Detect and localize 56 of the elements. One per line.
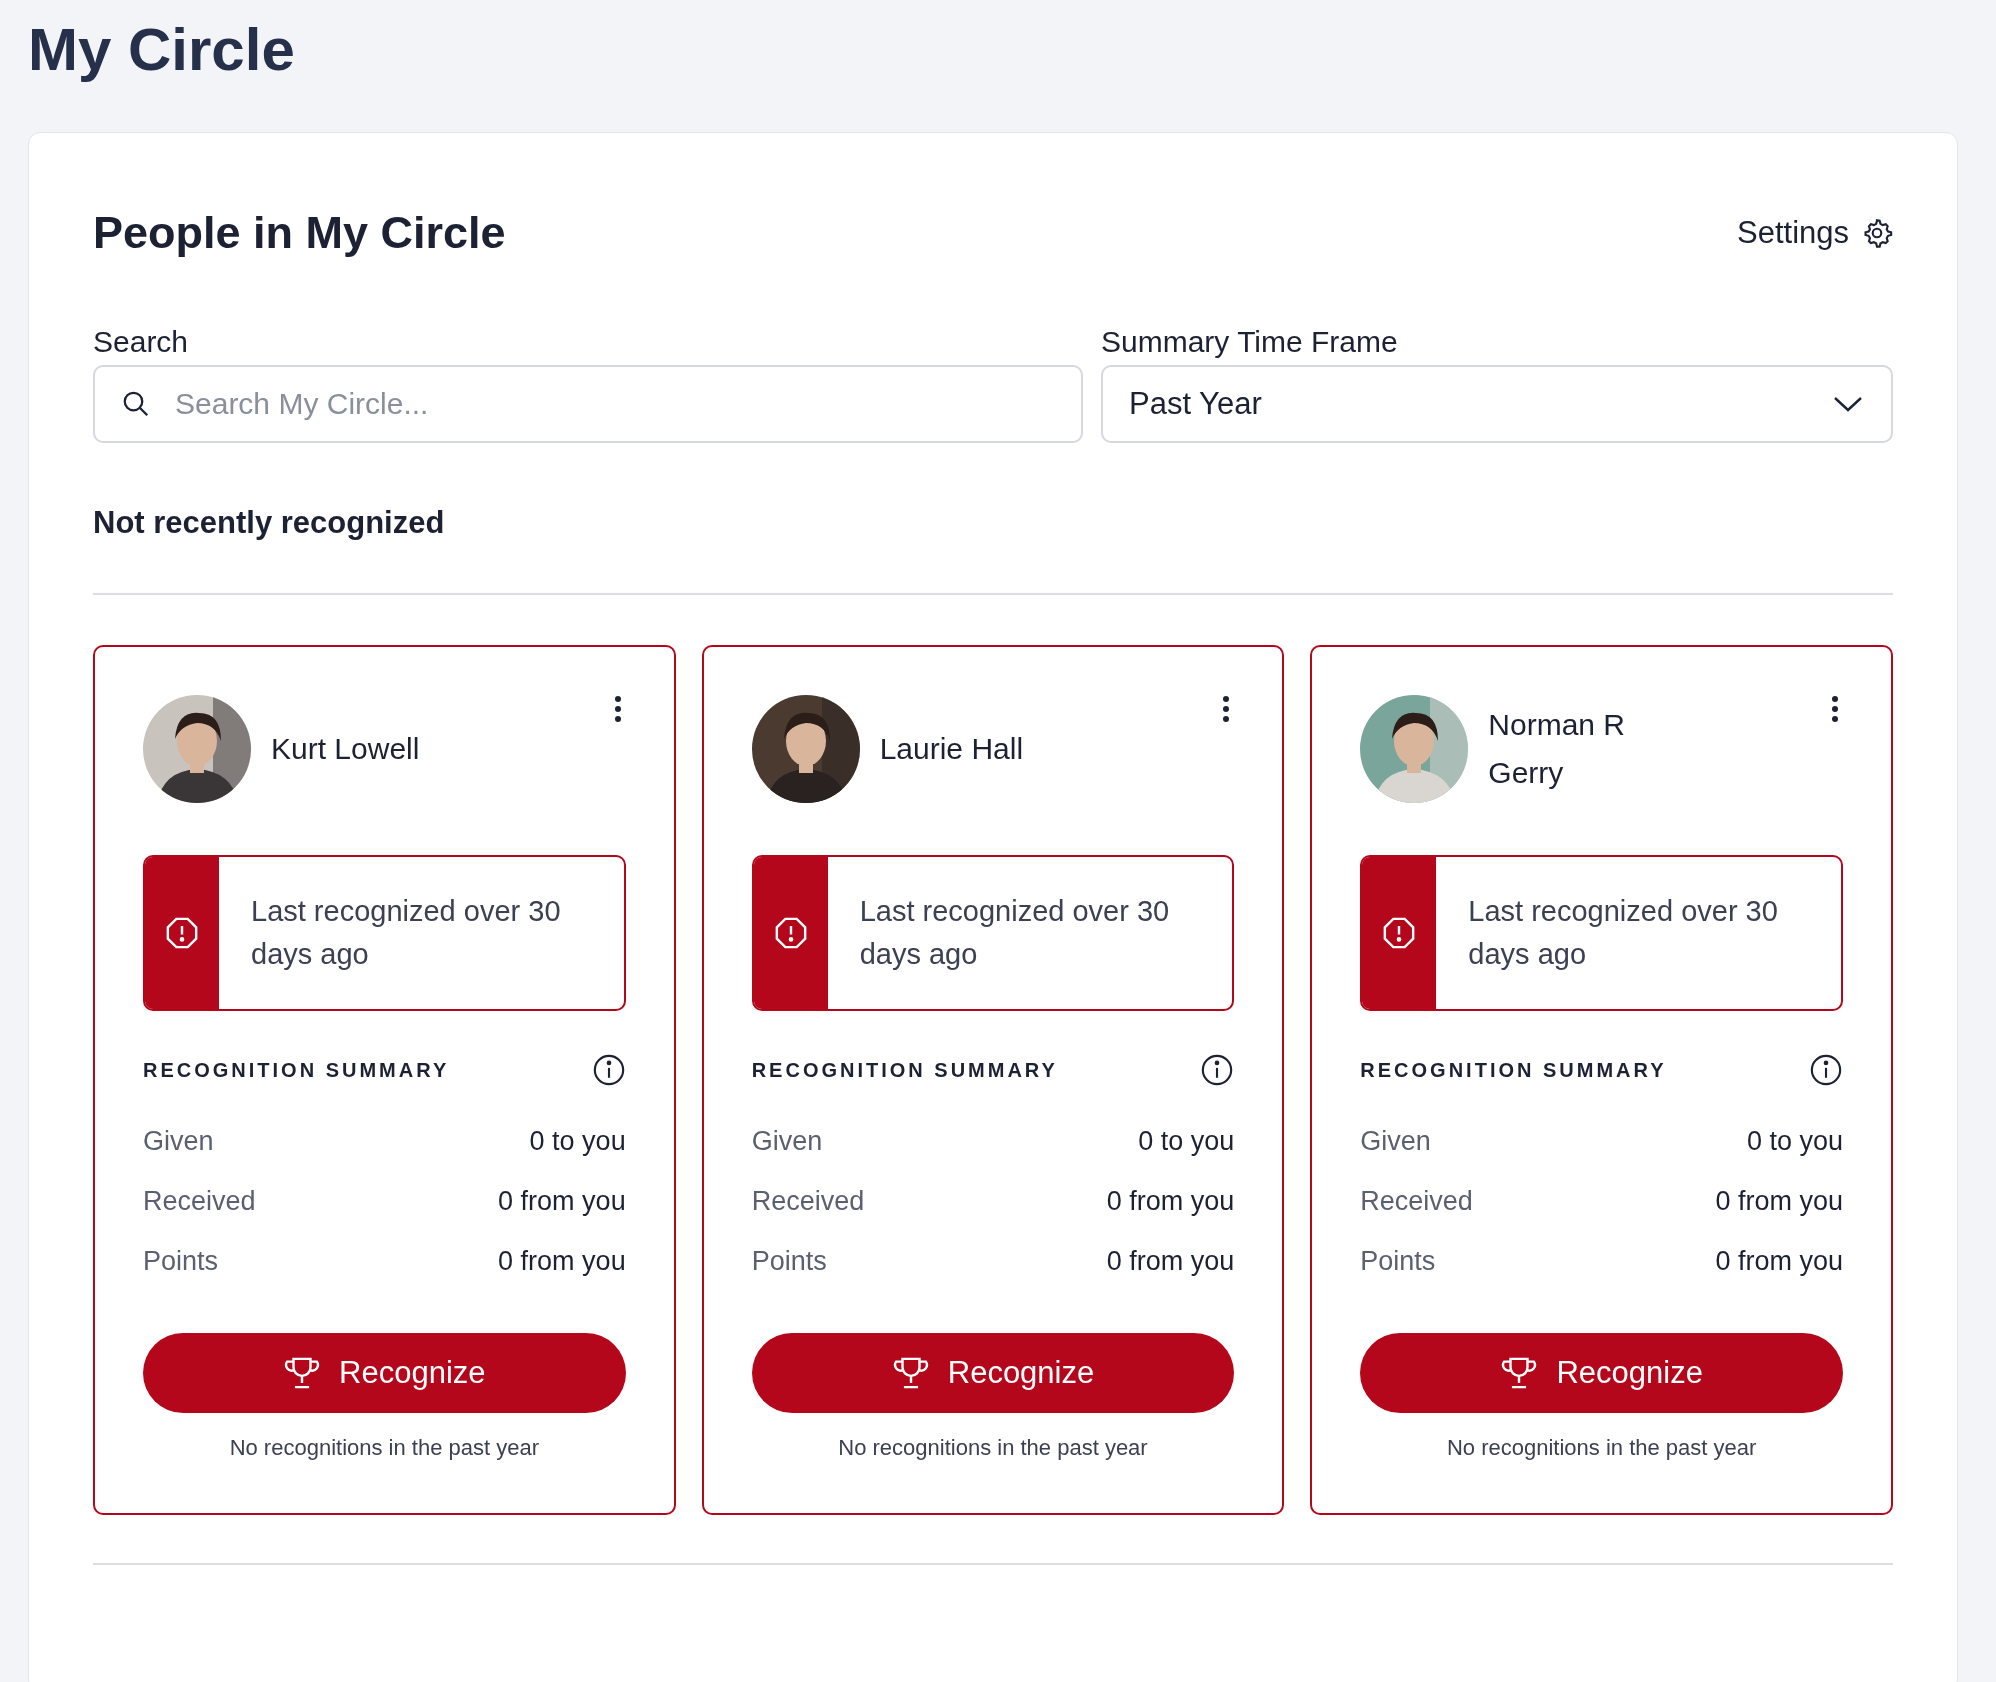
search-field[interactable]: Search My Circle... — [93, 365, 1083, 443]
summary-value: 0 from you — [1106, 1185, 1235, 1217]
footer-note: No recognitions in the past year — [837, 1435, 1149, 1461]
settings-button[interactable]: Settings — [1737, 215, 1893, 251]
settings-icon — [1861, 217, 1893, 249]
summary-value: 0 from you — [498, 1245, 626, 1277]
info-icon[interactable] — [591, 1053, 626, 1087]
summary-label: Received — [143, 1185, 256, 1217]
alert-text: Last recognized over 30 days ago — [858, 893, 1171, 972]
summary-value: 0 from you — [1106, 1245, 1235, 1277]
footer-note: No recognitions in the past year — [228, 1435, 541, 1461]
info-icon[interactable] — [1809, 1053, 1843, 1087]
more-options-icon[interactable] — [1831, 695, 1839, 723]
more-options-icon[interactable] — [613, 695, 622, 723]
summary-title: RECOGNITION SUMMARY — [1360, 1058, 1667, 1082]
summary-label: Given — [1360, 1125, 1431, 1157]
info-icon[interactable] — [1200, 1053, 1235, 1087]
summary-label: Points — [143, 1245, 219, 1277]
search-label: Search — [93, 325, 190, 359]
summary-value: 0 from you — [1715, 1245, 1843, 1277]
panel-title: People in My Circle — [93, 207, 506, 259]
summary-label: Points — [1360, 1245, 1436, 1277]
search-icon — [121, 389, 151, 419]
summary-value: 0 from you — [1715, 1185, 1843, 1217]
summary-label: Given — [751, 1125, 823, 1157]
time-frame-label: Summary Time Frame — [1101, 325, 1399, 359]
person-name: Laurie Hall — [879, 731, 1024, 767]
trophy-icon — [891, 1356, 930, 1390]
summary-title: RECOGNITION SUMMARY — [751, 1058, 1058, 1082]
summary-label: Given — [143, 1125, 214, 1157]
person-name: Kurt Lowell — [271, 731, 420, 767]
summary-value: 0 from you — [498, 1185, 626, 1217]
recognize-button[interactable]: Recognize — [751, 1333, 1235, 1413]
summary-value: 0 to you — [1746, 1125, 1843, 1157]
summary-value: 0 to you — [1138, 1125, 1235, 1157]
more-options-icon[interactable] — [1222, 695, 1231, 723]
time-frame-dropdown[interactable]: Past Year — [1101, 365, 1893, 443]
chevron-down-icon — [1833, 395, 1863, 413]
footer-note: No recognitions in the past year — [1445, 1435, 1758, 1461]
trophy-icon — [283, 1356, 322, 1390]
alert-text: Last recognized over 30 days ago — [250, 893, 562, 972]
summary-value: 0 to you — [529, 1125, 626, 1157]
trophy-icon — [1500, 1356, 1539, 1390]
warning-icon — [1382, 916, 1417, 950]
page-title: My Circle — [28, 15, 296, 85]
warning-icon — [165, 916, 199, 950]
section-title: Not recently recognized — [93, 505, 446, 541]
summary-title: RECOGNITION SUMMARY — [143, 1058, 450, 1082]
summary-label: Received — [751, 1185, 865, 1217]
recognize-button[interactable]: Recognize — [143, 1333, 626, 1413]
summary-label: Points — [751, 1245, 827, 1277]
summary-label: Received — [1360, 1185, 1473, 1217]
recognize-button[interactable]: Recognize — [1360, 1333, 1843, 1413]
person-name: Norman R Gerry — [1488, 707, 1627, 791]
warning-icon — [773, 916, 808, 950]
alert-text: Last recognized over 30 days ago — [1467, 893, 1779, 972]
